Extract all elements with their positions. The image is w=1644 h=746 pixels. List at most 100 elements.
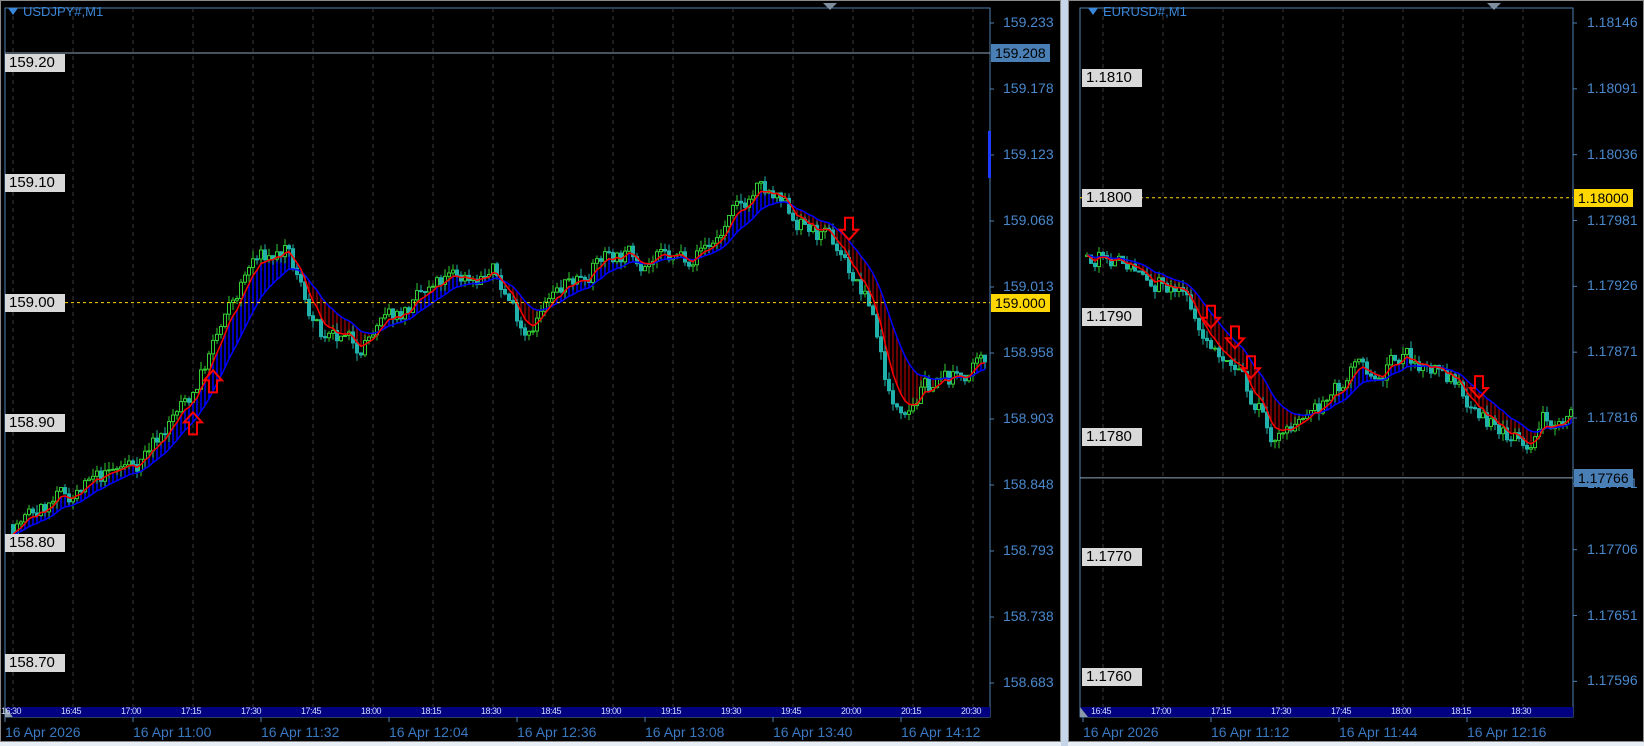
candle-body <box>1469 406 1473 409</box>
time-axis-label: 20:15 <box>901 706 922 716</box>
dropdown-triangle-icon[interactable] <box>8 8 18 15</box>
candle-body <box>1477 408 1481 419</box>
candle <box>1473 404 1477 411</box>
candle <box>1285 424 1289 440</box>
price-level-label: 1.1800 <box>1082 188 1142 207</box>
candle-body <box>1473 407 1477 410</box>
price-axis-label: 159.178 <box>1003 80 1054 96</box>
time-axis-label: 16:30 <box>1 706 22 716</box>
price-level-label: 159.00 <box>5 293 65 312</box>
price-axis-label: 158.958 <box>1003 344 1054 360</box>
time-axis-label: 18:00 <box>361 706 382 716</box>
price-axis-label: 1.17926 <box>1587 277 1638 294</box>
candle <box>1533 436 1537 451</box>
candle-body <box>1405 347 1409 355</box>
candle-body <box>1489 418 1493 427</box>
date-axis-label: 16 Apr 14:12 <box>901 724 981 740</box>
candle <box>1277 429 1281 449</box>
candle-body <box>1225 360 1229 363</box>
candle <box>1225 360 1229 363</box>
candle <box>1477 408 1481 422</box>
candle <box>1197 317 1201 337</box>
candle-body <box>1209 340 1213 349</box>
candle <box>1093 260 1097 272</box>
candle <box>1301 417 1305 421</box>
dropdown-triangle-icon[interactable] <box>1088 8 1098 15</box>
price-level-label: 1.1780 <box>1082 428 1142 447</box>
candle <box>1501 420 1505 441</box>
candle-body <box>1389 354 1393 366</box>
candle-body <box>1497 423 1501 435</box>
candle-body <box>1237 368 1241 371</box>
eurusd-chart-header[interactable]: EURUSD#,M1 <box>1088 4 1187 19</box>
candle <box>1269 423 1273 447</box>
price-level-label: 158.80 <box>5 533 65 552</box>
candle <box>1389 348 1393 366</box>
candle <box>1161 277 1165 290</box>
candle-body <box>1501 427 1505 435</box>
price-axis-label: 159.068 <box>1003 212 1054 228</box>
candle <box>1221 349 1225 369</box>
candle-body <box>1369 373 1373 377</box>
price-axis-label: 1.17651 <box>1587 606 1638 623</box>
candle-body <box>1325 399 1329 402</box>
candle-body <box>1249 390 1253 405</box>
candle-body <box>1233 364 1237 371</box>
candle <box>1201 322 1205 345</box>
candle-body <box>1409 347 1413 364</box>
candle-body <box>1449 374 1453 383</box>
usdjpy-chart-header[interactable]: USDJPY#,M1 <box>8 4 103 19</box>
candle-body <box>1093 262 1097 268</box>
price-line-tag: 1.18000 <box>1574 188 1633 207</box>
candle-body <box>1377 377 1381 380</box>
price-axis-label: 1.17816 <box>1587 409 1638 425</box>
candle-body <box>1393 354 1397 361</box>
price-level-label: 1.1760 <box>1082 667 1142 686</box>
candle <box>1569 406 1573 419</box>
date-axis-label: 16 Apr 12:04 <box>389 724 469 740</box>
candle <box>1205 330 1209 348</box>
price-level-label: 158.70 <box>5 653 65 672</box>
candle <box>1393 354 1397 362</box>
candle <box>1485 405 1489 430</box>
price-axis-label: 158.683 <box>1003 674 1054 690</box>
candle-body <box>1413 361 1417 364</box>
time-axis-label: 20:00 <box>841 706 862 716</box>
candle-body <box>1529 447 1533 450</box>
price-axis-label: 158.848 <box>1003 476 1054 492</box>
price-level-label: 158.90 <box>5 413 65 432</box>
date-axis-label: 16 Apr 11:32 <box>261 724 340 740</box>
candle <box>1281 431 1285 439</box>
date-axis-label: 16 Apr 2026 <box>1083 724 1159 740</box>
time-axis-label: 17:00 <box>1151 706 1172 716</box>
candle <box>1489 415 1493 431</box>
eurusd-chart-canvas[interactable] <box>0 0 1644 746</box>
plot-border <box>1079 7 1574 718</box>
time-axis-label: 16:45 <box>1091 706 1112 716</box>
candle <box>1097 247 1101 273</box>
price-level-label: 159.10 <box>5 173 65 192</box>
candle <box>1417 355 1421 374</box>
candle <box>1353 358 1357 375</box>
candle <box>1213 345 1217 352</box>
candle-body <box>1333 382 1337 396</box>
price-axis-label: 159.123 <box>1003 146 1054 162</box>
candle <box>1429 362 1433 379</box>
candle-body <box>1213 347 1217 350</box>
time-axis-label: 19:30 <box>721 706 742 716</box>
time-axis-label: 17:45 <box>301 706 322 716</box>
candle <box>1185 287 1189 302</box>
candle-body <box>1197 317 1201 331</box>
candle-body <box>1313 403 1317 412</box>
time-axis-label: 18:45 <box>541 706 562 716</box>
price-axis-label: 158.738 <box>1003 608 1054 624</box>
symbol-label: USDJPY#,M1 <box>23 4 104 19</box>
candle-body <box>1257 403 1261 411</box>
symbol-label: EURUSD#,M1 <box>1103 4 1187 19</box>
candle <box>1157 271 1161 293</box>
candle <box>1313 399 1317 413</box>
candle <box>1169 280 1173 300</box>
time-axis-label: 16:45 <box>61 706 82 716</box>
chart-shift-triangle-icon[interactable] <box>1487 3 1501 10</box>
candle-body <box>1269 427 1273 443</box>
